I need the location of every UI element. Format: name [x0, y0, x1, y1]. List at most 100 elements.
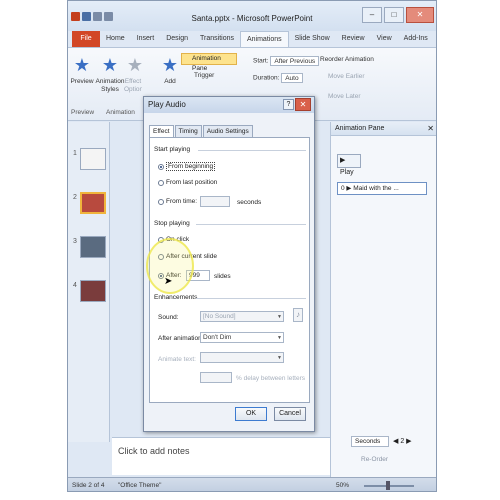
from-beginning-option[interactable]: From beginning [158, 162, 216, 171]
tab-home[interactable]: Home [100, 31, 131, 47]
divider [198, 150, 306, 151]
tab-file[interactable]: File [72, 31, 100, 47]
sound-dropdown[interactable]: [No Sound] ▼ [200, 311, 284, 322]
on-click-radio[interactable] [158, 236, 164, 243]
on-click-label: On click [166, 236, 190, 243]
maximize-button[interactable]: □ [384, 7, 404, 23]
cancel-button[interactable]: Cancel [274, 407, 306, 421]
divider [196, 298, 306, 299]
start-label: Start: [253, 57, 269, 65]
speaker-icon[interactable]: ♪ [293, 308, 303, 322]
delay-input[interactable] [200, 372, 232, 383]
on-click-option[interactable]: On click [158, 236, 189, 243]
thumb-number: 4 [73, 282, 77, 289]
ribbon-tabs: File Home Insert Design Transitions Anim… [68, 30, 436, 48]
slide-thumbnail-2[interactable] [80, 192, 106, 214]
from-time-radio[interactable] [158, 198, 164, 205]
tab-view[interactable]: View [371, 31, 398, 47]
after-current-slide-radio[interactable] [158, 253, 164, 260]
reorder-control[interactable]: Re-Order [361, 456, 388, 463]
delay-label: % delay between letters [236, 375, 306, 382]
animation-pane: Animation Pane ✕ ▶ Play 0 ▶ Maid with th… [330, 122, 436, 477]
animation-pane-header: Animation Pane ✕ [331, 122, 436, 136]
duration-input[interactable]: Auto [281, 73, 303, 83]
from-time-label: From time: [166, 198, 198, 205]
animate-text-label: Animate text: [158, 356, 196, 363]
tab-timing[interactable]: Timing [174, 125, 202, 137]
after-slides-input[interactable]: 999 [186, 270, 210, 281]
sound-value: [No Sound] [203, 313, 236, 320]
tab-review[interactable]: Review [336, 31, 371, 47]
animation-pane-close-icon[interactable]: ✕ [427, 122, 434, 136]
start-playing-heading: Start playing [154, 146, 191, 153]
chevron-down-icon: ▼ [277, 314, 282, 320]
timeline-pager[interactable]: ◀ 2 ▶ [393, 437, 412, 445]
zoom-level[interactable]: 50% [336, 478, 349, 491]
dialog-body: Start playing From beginning From last p… [149, 137, 310, 403]
after-current-slide-label: After current slide [166, 253, 217, 260]
play-label: Play [340, 169, 354, 176]
effect-options-icon: ★ [126, 55, 144, 75]
tab-insert[interactable]: Insert [131, 31, 161, 47]
tab-design[interactable]: Design [160, 31, 194, 47]
ok-button[interactable]: OK [235, 407, 267, 421]
preview-star-icon: ★ [73, 55, 91, 75]
status-bar: Slide 2 of 4 "Office Theme" 50% [68, 477, 436, 491]
add-animation-button[interactable]: Add [160, 78, 180, 86]
tab-transitions[interactable]: Transitions [194, 31, 240, 47]
start-dropdown[interactable]: After Previous [270, 56, 320, 66]
preview-button[interactable]: Preview [70, 78, 94, 86]
thumb-number: 2 [73, 194, 77, 201]
animation-item-label: Maid with the ... [353, 185, 399, 192]
after-animation-value: Don't Dim [203, 334, 232, 341]
add-animation-star-icon: ★ [161, 55, 179, 75]
move-later-button[interactable]: Move Later [328, 93, 361, 100]
mouse-cursor-icon: ➤ [164, 276, 173, 287]
animation-pane-title: Animation Pane [335, 125, 385, 132]
zoom-slider-knob[interactable] [386, 481, 390, 490]
slide-thumbnails: 1 2 3 4 [68, 122, 110, 442]
close-button[interactable]: ✕ [406, 7, 434, 23]
move-earlier-button[interactable]: Move Earlier [328, 73, 364, 80]
tab-audio-settings[interactable]: Audio Settings [202, 125, 253, 137]
seconds-dropdown[interactable]: Seconds [351, 436, 389, 447]
effect-options-button[interactable]: Effect Options [124, 78, 142, 94]
from-time-option[interactable]: From time: [158, 198, 197, 205]
timeline-page-value: 2 [400, 438, 405, 445]
from-last-position-radio[interactable] [158, 179, 164, 186]
help-icon[interactable]: ? [283, 99, 294, 110]
after-current-slide-option[interactable]: After current slide [158, 253, 217, 260]
after-animation-label: After animation: [158, 335, 204, 342]
animation-styles-button[interactable]: Animation Styles [94, 78, 126, 94]
group-animation-label: Animation [106, 109, 135, 116]
from-last-position-label: From last position [166, 179, 218, 186]
from-time-input[interactable] [200, 196, 230, 207]
tab-slide-show[interactable]: Slide Show [289, 31, 336, 47]
minimize-button[interactable]: – [362, 7, 382, 23]
tab-animations[interactable]: Animations [239, 30, 289, 48]
slide-thumbnail-1[interactable] [80, 148, 106, 170]
from-last-position-option[interactable]: From last position [158, 179, 217, 186]
duration-label: Duration: [253, 74, 280, 82]
slides-unit: slides [214, 273, 231, 280]
from-beginning-label: From beginning [166, 162, 216, 171]
seconds-unit: seconds [237, 199, 262, 206]
animation-list-item[interactable]: 0 ▶ Maid with the ... [337, 182, 427, 195]
animate-text-dropdown[interactable]: ▼ [200, 352, 284, 363]
notes-pane[interactable]: Click to add notes [112, 437, 332, 475]
title-bar: Santa.pptx - Microsoft PowerPoint – □ ✕ [68, 1, 436, 31]
animation-pane-button[interactable]: Animation Pane [181, 53, 237, 72]
play-button[interactable]: ▶ Play [337, 154, 361, 176]
chevron-down-icon: ▼ [277, 355, 282, 361]
tab-add-ins[interactable]: Add-Ins [398, 31, 434, 47]
sound-label: Sound: [158, 314, 179, 321]
slide-thumbnail-4[interactable] [80, 280, 106, 302]
after-animation-dropdown[interactable]: Don't Dim ▼ [200, 332, 284, 343]
stop-playing-heading: Stop playing [154, 220, 190, 227]
from-beginning-radio[interactable] [158, 163, 164, 170]
dialog-close-button[interactable]: ✕ [295, 98, 311, 111]
chevron-down-icon: ▼ [277, 335, 282, 341]
trigger-button[interactable]: Trigger [194, 72, 214, 79]
thumb-number: 1 [73, 150, 77, 157]
slide-thumbnail-3[interactable] [80, 236, 106, 258]
